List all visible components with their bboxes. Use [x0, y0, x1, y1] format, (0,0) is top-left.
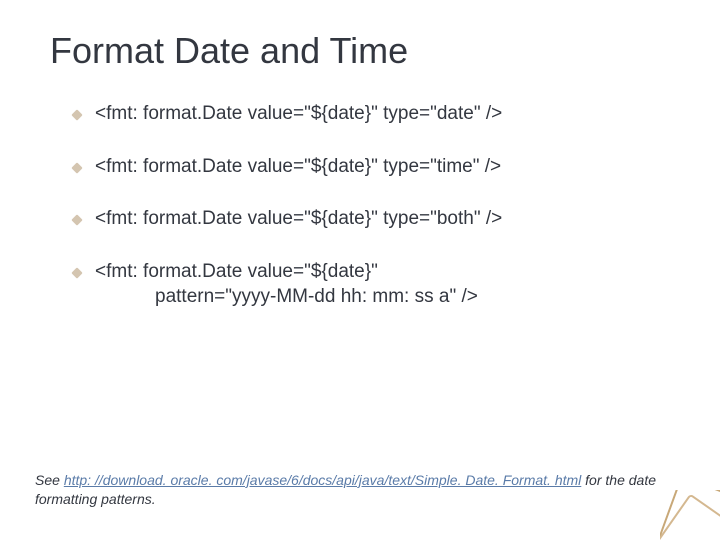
corner-decoration	[660, 490, 720, 540]
code-line-4a: <fmt: format.Date value="${date}"	[95, 261, 378, 282]
slide-content: <fmt: format.Date value="${date}" type="…	[50, 102, 680, 309]
code-example-3: <fmt: format.Date value="${date}" type="…	[95, 207, 680, 232]
slide-title: Format Date and Time	[50, 30, 680, 72]
code-example-2: <fmt: format.Date value="${date}" type="…	[95, 155, 680, 180]
code-example-4: <fmt: format.Date value="${date}" patter…	[95, 260, 680, 309]
footer-note: See http: //download. oracle. com/javase…	[35, 471, 685, 510]
code-example-1: <fmt: format.Date value="${date}" type="…	[95, 102, 680, 127]
footer-prefix: See	[35, 472, 64, 488]
footer-link[interactable]: http: //download. oracle. com/javase/6/d…	[64, 472, 581, 488]
code-line-4b: pattern="yyyy-MM-dd hh: mm: ss a" />	[95, 286, 478, 307]
slide-container: Format Date and Time <fmt: format.Date v…	[0, 0, 720, 540]
